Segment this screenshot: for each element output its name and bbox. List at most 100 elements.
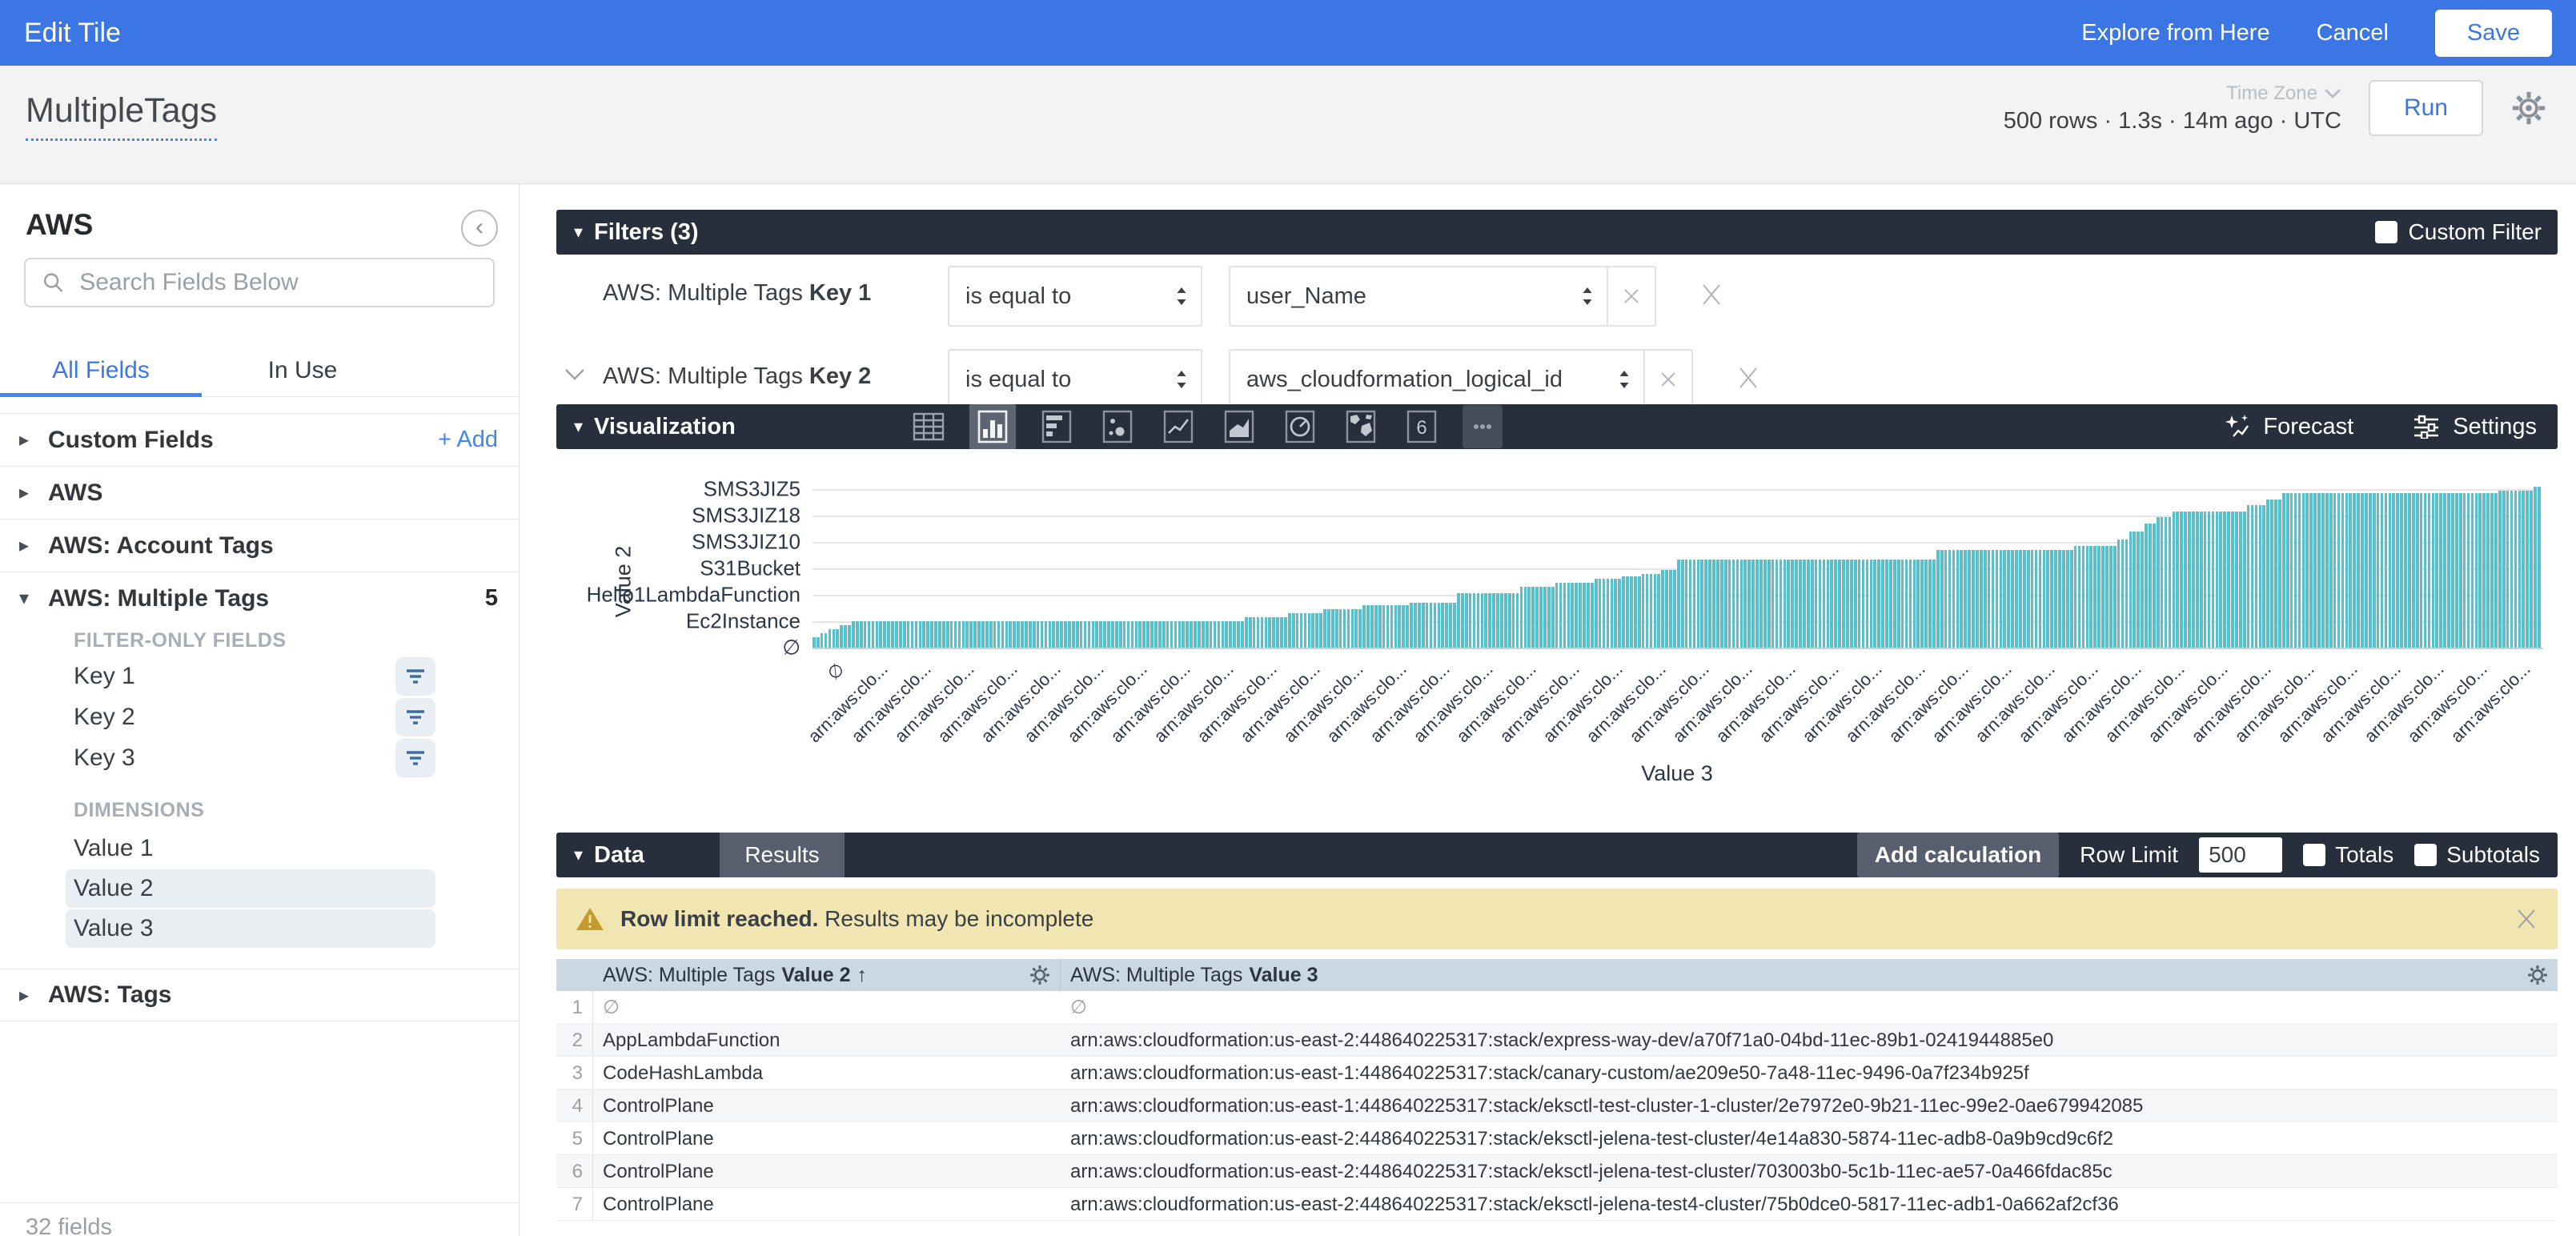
bar[interactable] — [1996, 550, 1999, 648]
bar[interactable] — [2510, 491, 2514, 648]
bar[interactable] — [813, 637, 816, 648]
bar[interactable] — [1920, 560, 1924, 648]
bar[interactable] — [1249, 617, 1252, 648]
bar[interactable] — [1681, 560, 1684, 648]
bar[interactable] — [1583, 583, 1586, 648]
bar[interactable] — [1547, 587, 1551, 648]
bar[interactable] — [1823, 560, 1826, 648]
bar[interactable] — [1084, 621, 1087, 648]
table-row[interactable]: 2AppLambdaFunctionarn:aws:cloudformation… — [556, 1024, 2558, 1057]
bar[interactable] — [2097, 546, 2101, 648]
bar[interactable] — [2223, 512, 2226, 648]
bar[interactable] — [1473, 593, 1476, 648]
bar[interactable] — [903, 621, 906, 648]
bar[interactable] — [1119, 621, 1122, 648]
bar[interactable] — [1229, 621, 1232, 648]
tab-all-fields[interactable]: All Fields — [0, 347, 202, 397]
bar[interactable] — [1948, 550, 1952, 648]
bar[interactable] — [2526, 491, 2529, 648]
bar[interactable] — [2416, 493, 2419, 648]
close-icon[interactable] — [2514, 905, 2538, 933]
bar[interactable] — [1776, 560, 1779, 648]
bar[interactable] — [2117, 540, 2121, 648]
gear-icon[interactable] — [2510, 90, 2547, 126]
bar[interactable] — [1347, 609, 1350, 648]
bar[interactable] — [2243, 512, 2246, 648]
bar[interactable] — [2161, 517, 2164, 648]
bar[interactable] — [1595, 579, 1598, 648]
bar[interactable] — [2439, 493, 2442, 648]
bar[interactable] — [2321, 493, 2325, 648]
bar[interactable] — [1481, 593, 1484, 648]
bar[interactable] — [1846, 560, 1849, 648]
bar[interactable] — [1382, 605, 1386, 648]
bar[interactable] — [1650, 574, 1653, 648]
bar[interactable] — [1743, 560, 1747, 648]
collapse-arrow-icon[interactable]: ▾ — [574, 222, 583, 243]
bar[interactable] — [1214, 621, 1217, 648]
search-input[interactable] — [79, 269, 477, 296]
bar[interactable] — [919, 621, 922, 648]
bar[interactable] — [1225, 621, 1228, 648]
bar[interactable] — [833, 629, 836, 648]
bar[interactable] — [1579, 583, 1582, 648]
cell-value-3[interactable]: arn:aws:cloudformation:us-east-2:4486402… — [1061, 1188, 2558, 1220]
bar[interactable] — [1406, 605, 1409, 648]
bar[interactable] — [852, 621, 855, 648]
bar[interactable] — [1535, 587, 1539, 648]
bar[interactable] — [1457, 593, 1460, 648]
bar[interactable] — [1218, 621, 1221, 648]
bar[interactable] — [907, 621, 910, 648]
bar[interactable] — [1222, 621, 1225, 648]
bar[interactable] — [1370, 605, 1374, 648]
bar[interactable] — [817, 637, 820, 648]
bar[interactable] — [1819, 560, 1822, 648]
bar[interactable] — [1469, 593, 1472, 648]
bar[interactable] — [1724, 560, 1727, 648]
bar[interactable] — [989, 621, 993, 648]
bar[interactable] — [1335, 609, 1338, 648]
bar[interactable] — [2486, 493, 2490, 648]
bar[interactable] — [1500, 593, 1503, 648]
bar[interactable] — [1838, 560, 1841, 648]
bar[interactable] — [2129, 532, 2133, 648]
bar[interactable] — [1571, 583, 1574, 648]
bar[interactable] — [1414, 603, 1417, 648]
bar[interactable] — [1936, 550, 1940, 648]
bar[interactable] — [2270, 500, 2273, 648]
bar[interactable] — [2196, 512, 2199, 648]
collapse-arrow-icon[interactable]: ▾ — [574, 845, 583, 865]
bar[interactable] — [1913, 560, 1916, 648]
cell-value-2[interactable]: CodeHashLambda — [593, 1057, 1061, 1089]
bar[interactable] — [868, 621, 871, 648]
bar[interactable] — [2007, 550, 2010, 648]
bar[interactable] — [915, 621, 918, 648]
bar[interactable] — [1654, 574, 1657, 648]
bar[interactable] — [2113, 546, 2117, 648]
bar[interactable] — [2031, 550, 2034, 648]
bar[interactable] — [985, 621, 989, 648]
single-value-icon[interactable]: 6 — [1402, 405, 1442, 448]
gear-icon[interactable] — [1028, 963, 1052, 987]
bar[interactable] — [1115, 621, 1118, 648]
explore-from-here-link[interactable]: Explore from Here — [2081, 20, 2269, 46]
bar[interactable] — [1123, 621, 1126, 648]
bar[interactable] — [2074, 546, 2077, 648]
bar[interactable] — [2369, 493, 2372, 648]
bar[interactable] — [895, 621, 898, 648]
bar[interactable] — [1697, 560, 1700, 648]
cell-value-2[interactable]: ControlPlane — [593, 1155, 1061, 1187]
cell-value-2[interactable]: ControlPlane — [593, 1122, 1061, 1154]
bar[interactable] — [2086, 546, 2089, 648]
bar[interactable] — [2251, 505, 2254, 648]
bar[interactable] — [1284, 617, 1287, 648]
bar[interactable] — [1854, 560, 1857, 648]
query-title[interactable]: MultipleTags — [26, 91, 217, 141]
field-value-2[interactable]: Value 2 — [66, 869, 435, 908]
bar[interactable] — [2109, 546, 2113, 648]
bar[interactable] — [1524, 587, 1527, 648]
bar[interactable] — [1178, 621, 1182, 648]
bar[interactable] — [1976, 550, 1979, 648]
bar[interactable] — [2137, 532, 2140, 648]
bar[interactable] — [1354, 609, 1358, 648]
